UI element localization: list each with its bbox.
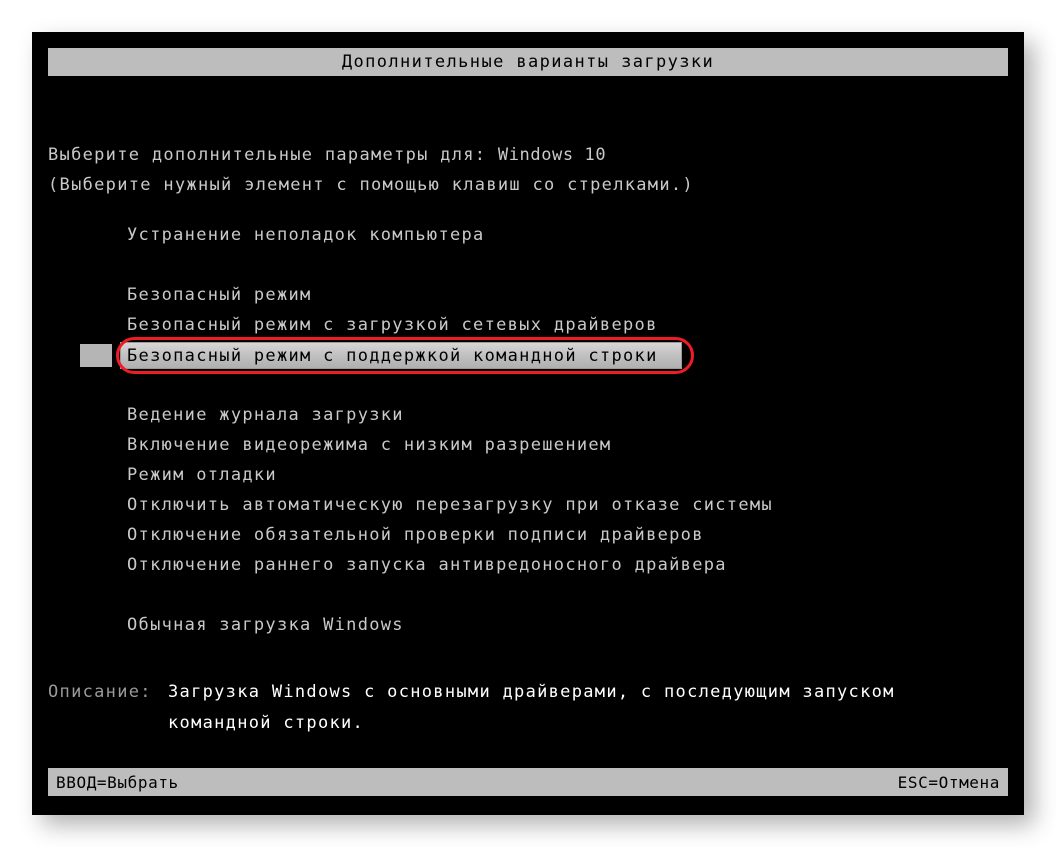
option-row-start-windows-normally[interactable]: Обычная загрузка Windows [48, 610, 1008, 640]
option-row-safe-mode-command-prompt[interactable]: Безопасный режим с поддержкой командной … [48, 337, 1008, 374]
selection-marker [80, 344, 112, 367]
option-row-disable-auto-restart[interactable]: Отключить автоматическую перезагрузку пр… [48, 490, 1008, 520]
option-row-troubleshoot[interactable]: Устранение неполадок компьютера [48, 220, 1008, 250]
option-row-safe-mode[interactable]: Безопасный режим [48, 280, 1008, 310]
option-label: Безопасный режим с загрузкой сетевых дра… [127, 315, 658, 335]
option-label: Устранение неполадок компьютера [127, 225, 485, 245]
boot-options-screen: Дополнительные варианты загрузки Выберит… [32, 32, 1024, 815]
footer-key-hints: ВВОД=Выбрать ESC=Отмена [48, 768, 1008, 796]
option-label: Включение видеорежима с низким разрешени… [127, 435, 612, 455]
page-root: Дополнительные варианты загрузки Выберит… [0, 0, 1056, 848]
option-label: Режим отладки [127, 465, 277, 485]
intro-line-2: (Выберите нужный элемент с помощью клави… [48, 175, 694, 195]
option-label: Ведение журнала загрузки [127, 405, 404, 425]
option-row-boot-logging[interactable]: Ведение журнала загрузки [48, 400, 1008, 430]
enter-key-hint: ВВОД=Выбрать [56, 772, 179, 792]
description-text: Загрузка Windows с основными драйверами,… [168, 677, 895, 739]
option-row-disable-early-launch-antimalware[interactable]: Отключение раннего запуска антивредоносн… [48, 550, 1008, 580]
option-label: Отключение обязательной проверки подписи… [127, 525, 704, 545]
option-label: Отключение раннего запуска антивредоносн… [127, 555, 727, 575]
option-label: Безопасный режим [127, 285, 312, 305]
option-label: Обычная загрузка Windows [127, 615, 404, 635]
intro-line-1-prefix: Выберите дополнительные параметры для: [48, 145, 498, 165]
option-row-low-resolution-video[interactable]: Включение видеорежима с низким разрешени… [48, 430, 1008, 460]
esc-key-hint: ESC=Отмена [897, 772, 1000, 792]
option-row-debugging-mode[interactable]: Режим отладки [48, 460, 1008, 490]
option-row-safe-mode-networking[interactable]: Безопасный режим с загрузкой сетевых дра… [48, 310, 1008, 340]
option-row-disable-driver-signature[interactable]: Отключение обязательной проверки подписи… [48, 520, 1008, 550]
option-label: Безопасный режим с поддержкой командной … [127, 346, 658, 366]
intro-os-name: Windows 10 [497, 145, 607, 165]
description-label: Описание: [48, 682, 152, 702]
page-title: Дополнительные варианты загрузки [341, 52, 715, 72]
description-line-1: Загрузка Windows с основными драйверами,… [168, 682, 895, 702]
boot-options-list: Устранение неполадок компьютера Безопасн… [48, 220, 1008, 640]
option-label: Отключить автоматическую перезагрузку пр… [127, 495, 773, 515]
intro-line-1: Выберите дополнительные параметры для: W… [48, 140, 694, 170]
intro-text: Выберите дополнительные параметры для: W… [48, 140, 694, 200]
screen-title-bar: Дополнительные варианты загрузки [48, 48, 1008, 76]
description-line-2: командной строки. [168, 713, 365, 733]
